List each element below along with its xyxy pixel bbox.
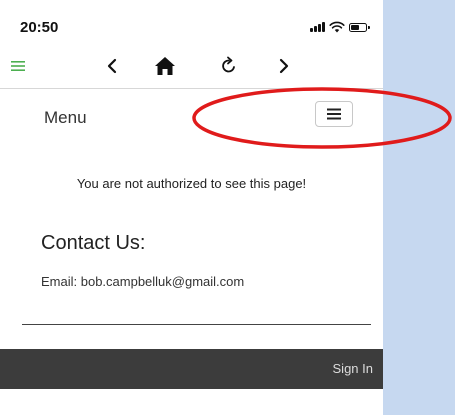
sign-in-link[interactable]: Sign In xyxy=(333,361,373,376)
forward-icon[interactable] xyxy=(272,54,296,78)
phone-screen: 20:50 Menu You are not authorized to see… xyxy=(0,0,383,415)
home-icon[interactable] xyxy=(152,54,178,78)
status-bar: 20:50 xyxy=(0,0,383,42)
contact-heading: Contact Us: xyxy=(41,232,146,254)
footer-bar: Sign In xyxy=(0,349,383,389)
hamburger-icon xyxy=(327,108,341,120)
contact-email: Email: bob.campbelluk@gmail.com xyxy=(41,274,245,289)
status-time: 20:50 xyxy=(20,19,59,36)
site-navbar: Menu xyxy=(0,96,383,140)
reload-icon[interactable] xyxy=(216,54,242,78)
menu-toggle-button[interactable] xyxy=(315,101,353,127)
battery-icon xyxy=(349,22,370,32)
signal-icon xyxy=(310,22,325,32)
status-icons xyxy=(310,21,370,33)
divider xyxy=(22,324,371,325)
browser-toolbar xyxy=(0,44,383,89)
unauthorized-message: You are not authorized to see this page! xyxy=(76,176,307,191)
hamburger-icon[interactable] xyxy=(9,54,27,78)
menu-label: Menu xyxy=(44,108,87,127)
wifi-icon xyxy=(329,21,345,33)
back-icon[interactable] xyxy=(100,54,124,78)
